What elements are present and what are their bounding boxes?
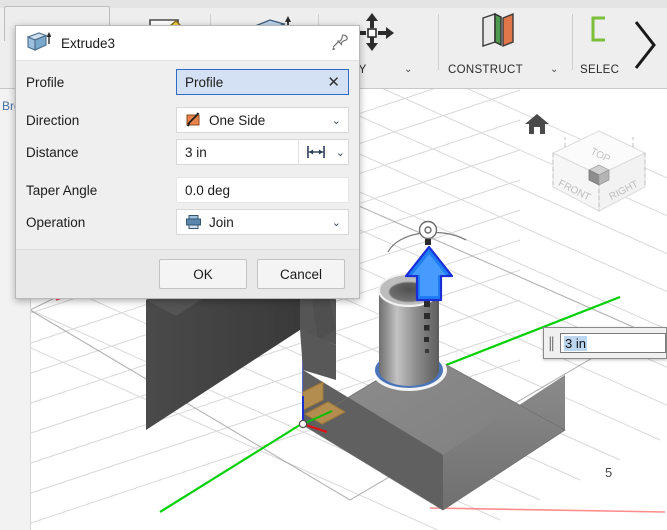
close-icon[interactable]: ✕ <box>323 75 344 90</box>
pin-icon[interactable] <box>327 30 353 56</box>
field-label-distance: Distance <box>26 144 79 160</box>
field-row-profile: Profile Profile ✕ <box>26 69 349 95</box>
field-row-direction: Direction One Side ⌄ <box>26 107 349 133</box>
dialog-title-bar[interactable]: Extrude3 <box>16 26 359 61</box>
field-label-taper-angle: Taper Angle <box>26 182 98 198</box>
overflow-chevron-icon[interactable] <box>627 14 661 81</box>
view-cube[interactable]: TOP FRONT RIGHT <box>545 125 653 226</box>
extrude-dialog[interactable]: Extrude3 Profile Profile ✕ Direction One… <box>15 25 360 299</box>
operation-dropdown[interactable]: Join ⌄ <box>176 209 349 235</box>
taper-angle-input[interactable]: 0.0 deg <box>176 177 349 203</box>
field-label-direction: Direction <box>26 112 80 128</box>
select-icon[interactable] <box>587 12 621 55</box>
dialog-title: Extrude3 <box>61 35 116 51</box>
distance-inline-input[interactable]: 3 in <box>560 333 666 353</box>
dialog-footer: OK Cancel <box>16 249 359 298</box>
join-icon <box>185 214 202 230</box>
profile-selection-input[interactable]: Profile ✕ <box>176 69 349 95</box>
distance-value: 3 in <box>185 144 207 160</box>
inline-value-input[interactable]: ∥ 3 in <box>543 327 667 359</box>
chevron-down-icon[interactable]: ⌄ <box>333 146 348 159</box>
construct-plane-icon[interactable] <box>475 12 521 57</box>
field-label-operation: Operation <box>26 214 86 230</box>
distance-inline-value: 3 in <box>564 335 587 351</box>
profile-value: Profile <box>185 74 224 90</box>
chevron-down-icon[interactable]: ⌄ <box>404 64 412 75</box>
ok-button[interactable]: OK <box>159 259 247 289</box>
scale-marker-label: 5 <box>605 465 613 480</box>
field-row-distance: Distance 3 in ⌄ <box>26 139 349 165</box>
field-row-operation: Operation Join ⌄ <box>26 209 349 235</box>
distance-input[interactable]: 3 in ⌄ <box>176 139 349 165</box>
dimension-icon[interactable] <box>297 140 333 164</box>
extrude-icon <box>25 31 52 56</box>
chevron-down-icon[interactable]: ⌄ <box>329 216 344 229</box>
field-label-profile: Profile <box>26 74 65 90</box>
chevron-down-icon[interactable]: ⌄ <box>329 114 344 127</box>
ribbon-panel-construct[interactable]: CONSTRUCT ⌄ <box>446 8 570 80</box>
dialog-body: Profile Profile ✕ Direction One Side ⌄ D… <box>16 61 359 249</box>
ribbon-divider <box>572 14 573 70</box>
one-side-icon <box>185 112 202 128</box>
direction-value: One Side <box>209 112 266 128</box>
chevron-down-icon[interactable]: ⌄ <box>550 64 558 75</box>
field-row-taper-angle: Taper Angle 0.0 deg <box>26 177 349 203</box>
taper-angle-value: 0.0 deg <box>185 182 231 198</box>
operation-value: Join <box>209 214 234 230</box>
drag-grip-icon[interactable]: ∥ <box>544 334 560 352</box>
ribbon-divider <box>438 14 439 70</box>
direction-dropdown[interactable]: One Side ⌄ <box>176 107 349 133</box>
cancel-button[interactable]: Cancel <box>257 259 345 289</box>
